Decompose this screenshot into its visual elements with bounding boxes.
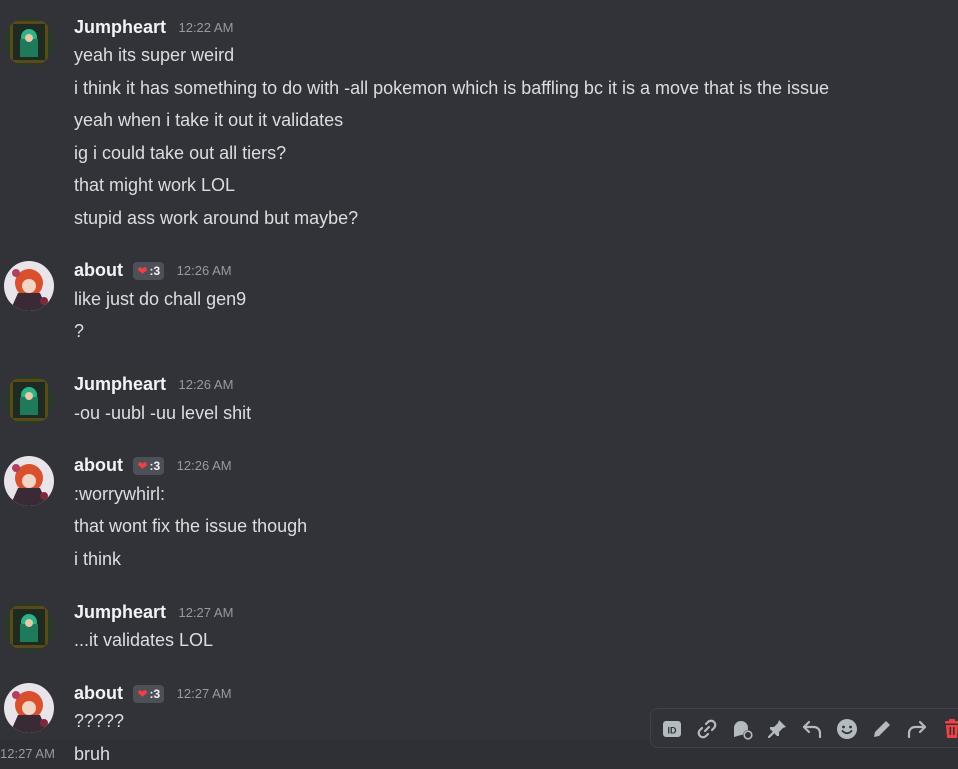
avatar[interactable] — [4, 602, 54, 652]
message-text: :worrywhirl: — [74, 484, 166, 504]
message-header: about ❤:3 12:26 AM — [74, 455, 232, 479]
link-icon[interactable] — [694, 716, 720, 742]
message-text: -ou -uubl -uu level shit — [74, 403, 252, 423]
badge-label: :3 — [149, 263, 161, 278]
role-badge: ❤:3 — [133, 261, 165, 280]
timestamp[interactable]: 12:26 AM — [177, 458, 232, 473]
heart-icon: ❤ — [137, 458, 148, 473]
edit-icon[interactable] — [869, 716, 895, 742]
message-text: that wont fix the issue though — [74, 516, 308, 536]
message-header: about ❤:3 12:26 AM — [74, 260, 232, 284]
reply-icon[interactable] — [799, 716, 825, 742]
message-header: Jumpheart 12:27 AM — [74, 602, 233, 626]
timestamp[interactable]: 12:22 AM — [178, 20, 233, 35]
avatar[interactable] — [4, 17, 54, 67]
id-icon[interactable]: ID — [659, 716, 685, 742]
message-text: yeah when i take it out it validates — [74, 110, 344, 130]
message-text: ? — [74, 321, 85, 341]
forward-icon[interactable] — [904, 716, 930, 742]
message-text: i think — [74, 549, 122, 569]
emoji-icon[interactable] — [834, 716, 860, 742]
timestamp[interactable]: 12:26 AM — [177, 263, 232, 278]
heart-icon: ❤ — [137, 686, 148, 701]
username[interactable]: Jumpheart — [74, 17, 166, 37]
username[interactable]: about — [74, 260, 123, 280]
message-text: i think it has something to do with -all… — [74, 78, 830, 98]
thread-icon[interactable] — [729, 716, 755, 742]
timestamp[interactable]: 12:27 AM — [177, 686, 232, 701]
username[interactable]: about — [74, 455, 123, 475]
message-actions-toolbar: ID — [650, 708, 958, 748]
message-text: that might work LOL — [74, 175, 236, 195]
message-text: ????? — [74, 711, 125, 731]
timestamp[interactable]: 12:26 AM — [178, 377, 233, 392]
username[interactable]: about — [74, 683, 123, 703]
svg-text:ID: ID — [668, 726, 678, 736]
username[interactable]: Jumpheart — [74, 374, 166, 394]
message-text: bruh — [74, 744, 111, 764]
username[interactable]: Jumpheart — [74, 602, 166, 622]
message-text: like just do chall gen9 — [74, 289, 247, 309]
avatar[interactable] — [4, 683, 54, 733]
badge-label: :3 — [149, 686, 161, 701]
hover-timestamp[interactable]: 12:27 AM — [0, 746, 55, 761]
message-header: about ❤:3 12:27 AM — [74, 683, 232, 707]
message-text: ...it validates LOL — [74, 630, 214, 650]
badge-label: :3 — [149, 458, 161, 473]
role-badge: ❤:3 — [133, 456, 165, 475]
avatar[interactable] — [4, 456, 54, 506]
message-header: Jumpheart 12:22 AM — [74, 17, 233, 41]
pin-icon[interactable] — [764, 716, 790, 742]
message-text: stupid ass work around but maybe? — [74, 208, 359, 228]
delete-icon[interactable] — [939, 716, 958, 742]
message-text: yeah its super weird — [74, 45, 235, 65]
avatar[interactable] — [4, 375, 54, 425]
role-badge: ❤:3 — [133, 684, 165, 703]
heart-icon: ❤ — [137, 263, 148, 278]
message-header: Jumpheart 12:26 AM — [74, 374, 233, 398]
avatar[interactable] — [4, 261, 54, 311]
message-text: ig i could take out all tiers? — [74, 143, 287, 163]
timestamp[interactable]: 12:27 AM — [178, 605, 233, 620]
